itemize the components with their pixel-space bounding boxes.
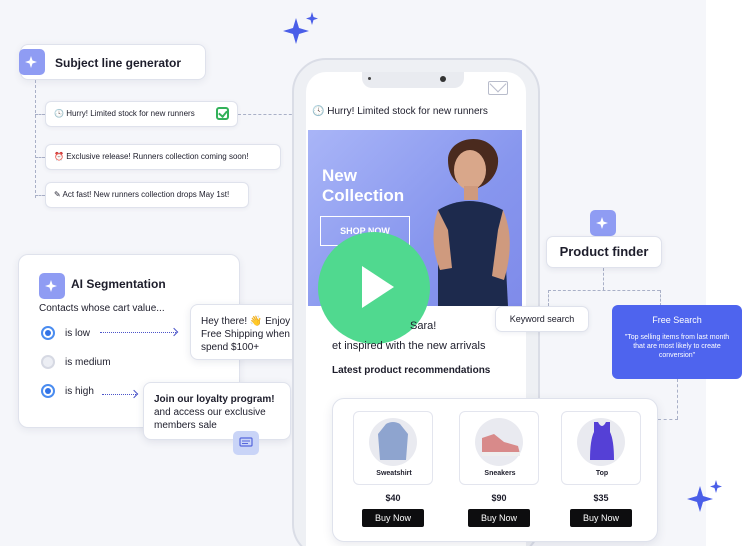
loyalty-body: and access our exclusive members sale (154, 407, 266, 431)
segment-option-label: is high (65, 385, 94, 397)
connector-line (548, 290, 549, 306)
buy-now-button[interactable]: Buy Now (570, 509, 632, 527)
subject-option-3[interactable]: ✎ Act fast! New runners collection drops… (45, 182, 249, 208)
segment-option-low[interactable]: is low (41, 326, 90, 340)
sparkle-icon (283, 12, 318, 44)
connector-line (35, 157, 45, 158)
sparkle-icon (687, 480, 722, 512)
checkmark-icon (216, 107, 229, 120)
subject-option-text: Act fast! New runners collection drops M… (62, 190, 230, 199)
radio-checked-icon[interactable] (41, 384, 55, 398)
subject-option-1[interactable]: 🕓 Hurry! Limited stock for new runners (45, 101, 238, 127)
connector-line (677, 379, 678, 419)
mail-icon[interactable] (488, 81, 508, 95)
product-card-sneakers[interactable]: Sneakers $90 Buy Now (459, 411, 539, 527)
connector-line (35, 80, 36, 198)
email-subject-line: 🕓 Hurry! Limited stock for new runners (312, 106, 488, 117)
subject-option-text: Exclusive release! Runners collection co… (66, 152, 249, 161)
segment-option-label: is medium (65, 356, 111, 368)
ai-sparkle-icon (590, 210, 616, 236)
product-recommendations-card: Sweatshirt $40 Buy Now Sneakers $90 Buy … (332, 398, 658, 542)
segmentation-subtitle: Contacts whose cart value... (39, 303, 165, 314)
connector-line (660, 290, 661, 306)
connector-line (548, 290, 660, 291)
product-card-sweatshirt[interactable]: Sweatshirt $40 Buy Now (353, 411, 433, 527)
product-price: $35 (593, 493, 609, 503)
product-price: $90 (491, 493, 507, 503)
chat-bubble-icon (233, 431, 259, 455)
connector-line (658, 419, 678, 420)
segmentation-title: AI Segmentation (71, 277, 166, 291)
subject-generator-title: Subject line generator (55, 56, 182, 70)
free-search-title: Free Search (652, 315, 702, 325)
sweatshirt-icon (378, 422, 408, 460)
keyword-search-chip[interactable]: Keyword search (495, 306, 589, 332)
segment-option-high[interactable]: is high (41, 384, 94, 398)
phone-notch (362, 72, 464, 88)
arrow-connector (100, 332, 176, 333)
product-price: $40 (385, 493, 401, 503)
product-card-top[interactable]: Top $35 Buy Now (561, 411, 641, 527)
clock-emoji-icon: 🕓 (54, 109, 64, 118)
segment-option-label: is low (65, 327, 91, 339)
loyalty-title: Join our loyalty program! (154, 394, 275, 405)
loyalty-message-bubble: Join our loyalty program! and access our… (143, 382, 291, 440)
radio-checked-icon[interactable] (41, 326, 55, 340)
sneakers-icon (482, 434, 520, 456)
radio-unchecked-icon[interactable] (41, 355, 55, 369)
ai-sparkle-icon (39, 273, 65, 299)
buy-now-button[interactable]: Buy Now (468, 509, 530, 527)
connector-line (35, 114, 45, 115)
connector-line (603, 268, 604, 290)
free-search-card[interactable]: Free Search "Top selling items from last… (612, 305, 742, 379)
pencil-emoji-icon: ✎ (54, 190, 61, 199)
product-name: Sweatshirt (376, 470, 412, 477)
subject-option-text: Hurry! Limited stock for new runners (66, 109, 195, 118)
subject-line-generator-header: Subject line generator (19, 44, 206, 80)
subject-option-2[interactable]: ⏰ Exclusive release! Runners collection … (45, 144, 281, 170)
connector-line (35, 195, 45, 196)
recommendations-heading: Latest product recommendations (332, 365, 491, 376)
product-name: Sneakers (484, 470, 516, 477)
buy-now-button[interactable]: Buy Now (362, 509, 424, 527)
tank-top-icon (590, 422, 614, 460)
free-search-description: "Top selling items from last month that … (624, 334, 730, 359)
segment-option-medium[interactable]: is medium (41, 355, 111, 369)
clock-emoji-icon: 🕓 (312, 106, 325, 117)
ai-sparkle-icon (19, 49, 45, 75)
alarm-clock-emoji-icon: ⏰ (54, 152, 64, 161)
greeting-text: Sara! (410, 320, 437, 332)
product-name: Top (595, 470, 609, 477)
product-finder-label: Product finder (546, 236, 662, 268)
hero-title: New Collection (322, 166, 405, 205)
inspired-text: et inspired with the new arrivals (332, 340, 486, 352)
